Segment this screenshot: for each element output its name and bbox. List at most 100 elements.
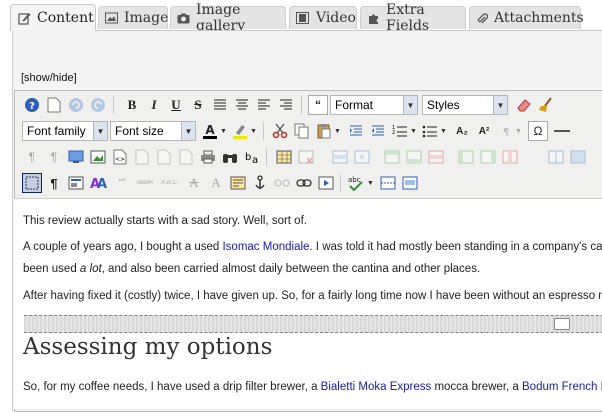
align-right-icon[interactable] — [276, 95, 296, 115]
paragraph-text: mocca brewer, a — [431, 381, 523, 393]
highlight-color-icon[interactable] — [230, 121, 250, 141]
html-source-icon[interactable]: <> — [110, 147, 130, 167]
ins-icon[interactable]: A — [206, 173, 226, 193]
align-center-icon[interactable] — [232, 95, 252, 115]
subscript-button[interactable]: A₂ — [452, 121, 472, 141]
split-cells-icon[interactable] — [546, 147, 566, 167]
isomac-mondiale-link[interactable]: Isomac Mondiale — [222, 241, 309, 253]
replace-icon[interactable]: ba — [242, 147, 262, 167]
tab-image-gallery[interactable]: Image gallery — [170, 2, 286, 34]
toolbar-separator — [113, 96, 114, 114]
table-cell-props-icon[interactable] — [352, 147, 372, 167]
svg-text:2: 2 — [392, 130, 395, 136]
paragraph-text: After having fixed it (costly) twice, I … — [23, 290, 602, 302]
outdent-icon[interactable] — [368, 121, 388, 141]
table-row-props-icon[interactable] — [330, 147, 350, 167]
numbered-list-icon[interactable]: 12 — [390, 121, 410, 141]
undo-icon[interactable] — [66, 95, 86, 115]
blockquote-icon[interactable]: “ — [308, 95, 328, 115]
horizontal-rule-icon[interactable] — [552, 121, 572, 141]
font-size-dropdown[interactable]: Font size ▼ — [110, 121, 196, 141]
svg-text:b: b — [245, 152, 251, 163]
spellcheck-icon[interactable]: abc — [346, 173, 366, 193]
style-props-icon[interactable]: AA — [88, 173, 108, 193]
broom-icon[interactable] — [536, 95, 556, 115]
insert-row-after-icon[interactable] — [404, 147, 424, 167]
show-hide-toggle[interactable]: [show/hide] — [21, 72, 77, 84]
section-heading: Assessing my options — [23, 334, 273, 360]
anchor-icon[interactable] — [250, 173, 270, 193]
eraser-icon[interactable] — [514, 95, 534, 115]
show-blocks-icon[interactable]: ¶ — [44, 173, 64, 193]
bialetti-link[interactable]: Bialetti Moka Express — [321, 381, 432, 393]
align-left-icon[interactable] — [254, 95, 274, 115]
tab-attachments[interactable]: Attachments — [469, 6, 584, 29]
copy-icon[interactable] — [292, 121, 312, 141]
tab-video[interactable]: Video — [289, 6, 357, 29]
print-icon[interactable] — [198, 147, 218, 167]
styles-dropdown[interactable]: Styles ▼ — [422, 95, 508, 115]
ltr-icon[interactable]: ¶ — [22, 147, 42, 167]
redo-icon[interactable] — [88, 95, 108, 115]
tab-image[interactable]: Image — [98, 6, 168, 29]
special-char-icon[interactable]: ¶ — [496, 121, 516, 141]
chevron-down-icon[interactable]: ▼ — [333, 121, 342, 141]
acronym-button[interactable]: A.B.C. — [158, 173, 182, 193]
editor-content-area[interactable]: This review actually starts with a sad s… — [14, 198, 602, 409]
omega-button[interactable]: Ω — [528, 121, 548, 141]
chevron-down-icon[interactable]: ▼ — [366, 173, 375, 193]
underline-button[interactable]: U — [166, 95, 186, 115]
tab-extra-fields[interactable]: Extra Fields — [360, 2, 466, 34]
bold-button[interactable]: B — [122, 95, 142, 115]
delete-table-icon[interactable] — [296, 147, 316, 167]
delete-col-icon[interactable] — [500, 147, 520, 167]
cite-button[interactable]: “” — [112, 173, 132, 193]
image-insert-icon[interactable] — [88, 147, 108, 167]
superscript-button[interactable]: A² — [474, 121, 494, 141]
indent-icon[interactable] — [346, 121, 366, 141]
fullscreen-icon[interactable] — [66, 147, 86, 167]
abbr-button[interactable]: ABBR — [134, 173, 156, 193]
merge-cells-icon[interactable] — [568, 147, 588, 167]
cut-icon[interactable] — [270, 121, 290, 141]
chevron-down-icon[interactable]: ▼ — [409, 121, 418, 141]
binoculars-icon[interactable] — [220, 147, 240, 167]
chevron-down-icon[interactable]: ▼ — [439, 121, 448, 141]
svg-text:a: a — [252, 155, 258, 164]
chevron-down-icon[interactable]: ▼ — [219, 121, 228, 141]
insert-row-before-icon[interactable] — [382, 147, 402, 167]
rtl-icon[interactable]: ¶ — [44, 147, 64, 167]
format-dropdown[interactable]: Format ▼ — [330, 95, 418, 115]
svg-text:A: A — [97, 177, 107, 190]
help-icon[interactable]: ? — [22, 95, 42, 115]
template-icon[interactable] — [132, 147, 152, 167]
paste-icon[interactable] — [314, 121, 334, 141]
insert-table-icon[interactable] — [274, 147, 294, 167]
bullet-list-icon[interactable] — [420, 121, 440, 141]
tab-content[interactable]: Content — [10, 4, 96, 31]
align-justify-icon[interactable] — [210, 95, 230, 115]
chevron-down-icon[interactable]: ▼ — [249, 121, 258, 141]
strikethrough-button[interactable]: S — [188, 95, 208, 115]
visual-chars-icon[interactable] — [66, 173, 86, 193]
insert-col-before-icon[interactable] — [456, 147, 476, 167]
media-icon[interactable] — [316, 173, 336, 193]
chevron-down-icon[interactable]: ▼ — [514, 121, 523, 141]
bodum-link[interactable]: Bodum French Press — [522, 381, 602, 393]
font-family-dropdown[interactable]: Font family ▼ — [22, 121, 108, 141]
del-icon[interactable]: A — [184, 173, 204, 193]
read-more-icon[interactable] — [400, 173, 420, 193]
insert-col-after-icon[interactable] — [478, 147, 498, 167]
page-break[interactable] — [24, 315, 602, 333]
visual-aid-icon[interactable] — [22, 173, 42, 193]
new-document-icon[interactable] — [44, 95, 64, 115]
unlink-icon[interactable] — [272, 173, 292, 193]
page-break-icon[interactable] — [378, 173, 398, 193]
link-icon[interactable] — [294, 173, 314, 193]
delete-row-icon[interactable] — [426, 147, 446, 167]
edit-doc-icon[interactable] — [154, 147, 174, 167]
preview-icon[interactable] — [176, 147, 196, 167]
attributes-icon[interactable] — [228, 173, 248, 193]
text-color-icon[interactable]: A — [200, 121, 220, 141]
italic-button[interactable]: I — [144, 95, 164, 115]
